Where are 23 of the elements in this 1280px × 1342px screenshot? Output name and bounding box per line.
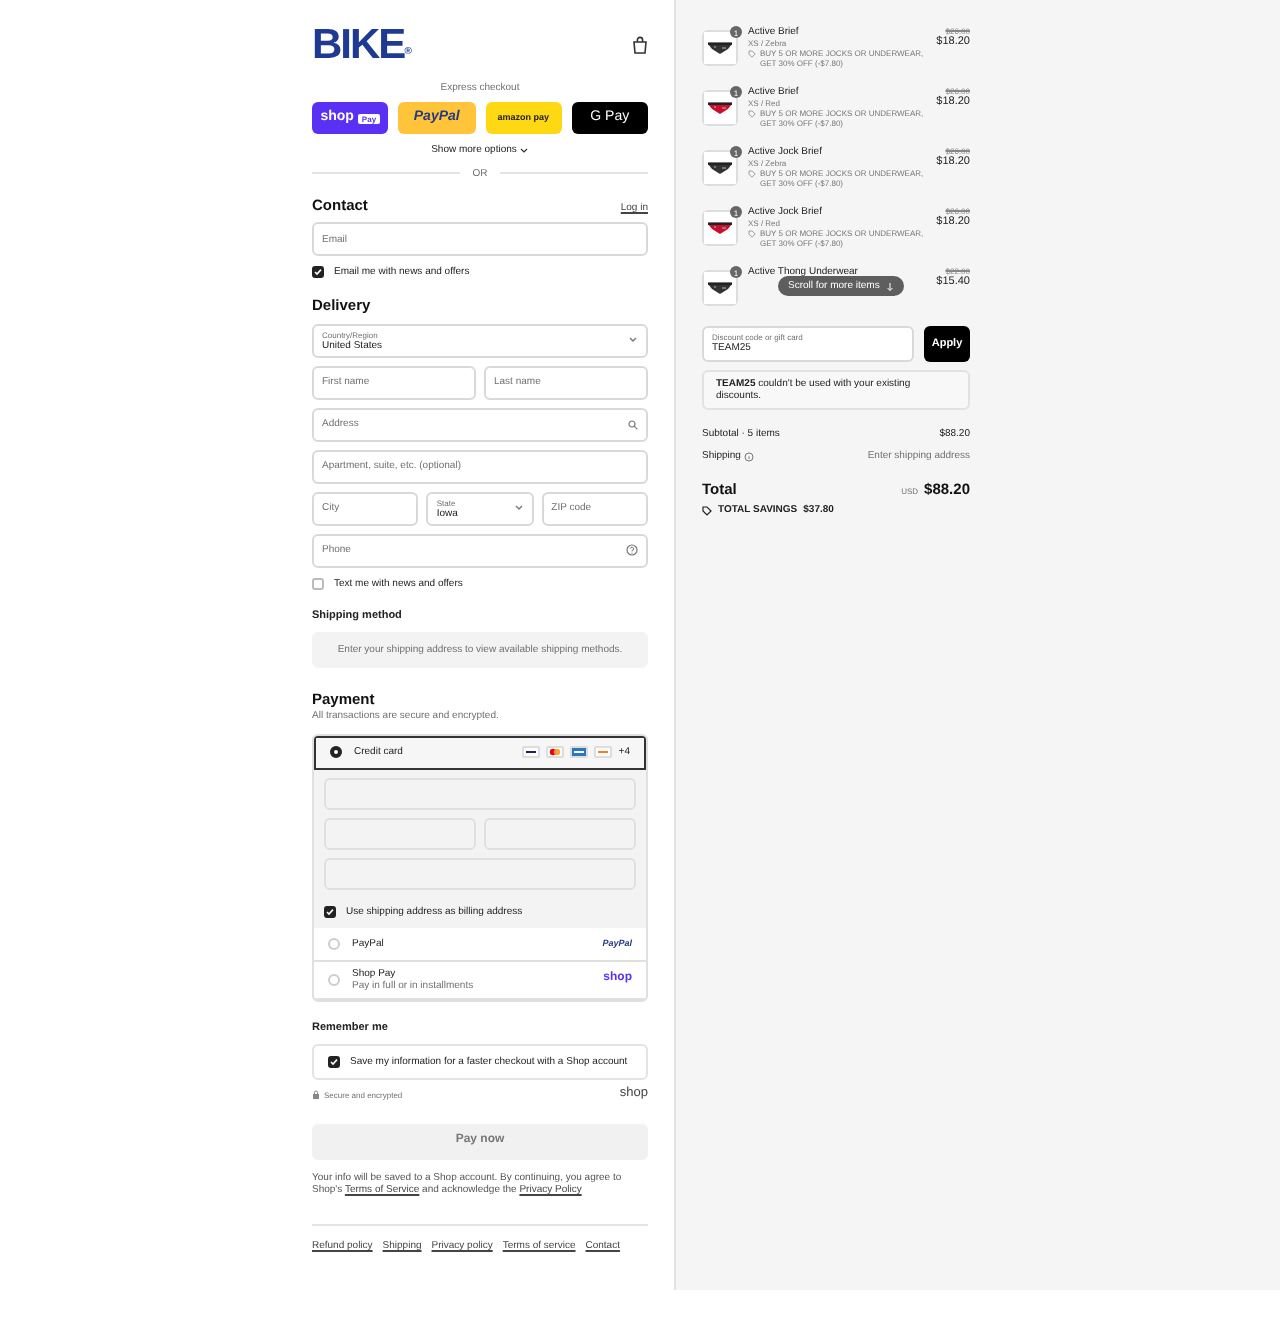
chevron-down-icon: [628, 336, 638, 345]
checkbox[interactable]: [312, 266, 324, 279]
checkbox[interactable]: [312, 577, 324, 590]
shopping-bag-icon: [632, 36, 648, 54]
card-icon: [570, 746, 589, 758]
card-icon: [522, 746, 541, 758]
lock-icon: [312, 1089, 320, 1100]
tag-icon: [748, 170, 756, 179]
help-icon: [744, 451, 755, 462]
chevron-down-icon: [520, 147, 529, 154]
chevron-down-icon: [513, 504, 524, 513]
card-icon: [594, 746, 613, 758]
card-icon: [546, 746, 565, 758]
search-icon: [628, 419, 638, 430]
tag-icon: [748, 230, 756, 239]
checkbox[interactable]: [324, 905, 336, 918]
tag-icon: [748, 50, 756, 59]
arrow-down-icon: [885, 281, 894, 292]
savings-icon: [702, 505, 712, 515]
tag-icon: [748, 110, 756, 119]
help-icon: [626, 544, 638, 557]
radio-button[interactable]: [330, 746, 342, 758]
checkbox[interactable]: [328, 1056, 340, 1069]
